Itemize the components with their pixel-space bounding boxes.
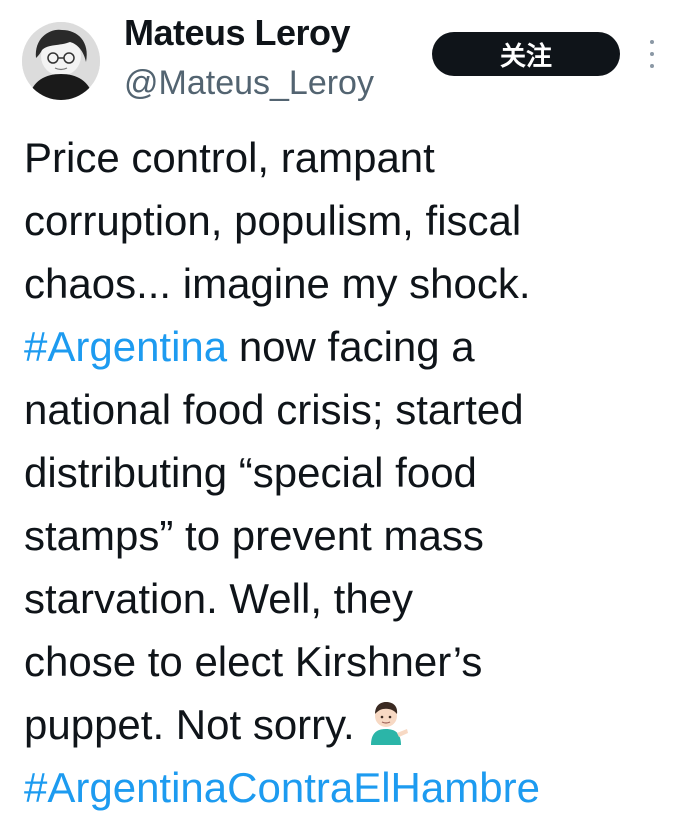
avatar[interactable]	[22, 22, 100, 100]
user-handle[interactable]: @Mateus_Leroy	[124, 64, 374, 103]
tweet-line: puppet. Not sorry.	[24, 693, 664, 756]
profile-photo	[22, 22, 100, 100]
tweet-line: stamps” to prevent mass	[24, 512, 484, 559]
display-name[interactable]: Mateus Leroy	[124, 12, 351, 54]
tweet-line: Price control, rampant	[24, 134, 435, 181]
more-dot	[650, 40, 654, 44]
follow-button[interactable]: 关注	[432, 32, 620, 76]
hashtag-link[interactable]: #ArgentinaContraElHambre	[24, 764, 540, 811]
more-dot	[650, 64, 654, 68]
more-dot	[650, 52, 654, 56]
tweet-card: Mateus Leroy @Mateus_Leroy 关注 Price cont…	[0, 0, 690, 839]
tweet-line: #ArgentinaContraElHambre	[24, 756, 664, 819]
more-vertical-icon[interactable]	[640, 36, 664, 72]
tweet-line: chose to elect Kirshner’s	[24, 638, 483, 685]
tweet-line: #Argentina now facing a	[24, 323, 475, 370]
tweet-line: distributing “special food	[24, 449, 477, 496]
tweet-line: starvation. Well, they	[24, 575, 414, 622]
hashtag-link[interactable]: #Argentina	[24, 323, 227, 370]
tweet-text: Price control, rampant corruption, popul…	[24, 126, 664, 819]
tweet-line: corruption, populism, fiscal	[24, 197, 522, 244]
tweet-line: national food crisis; started	[24, 386, 524, 433]
tweet-line: chaos... imagine my shock.	[24, 260, 531, 307]
person-tipping-hand-emoji	[363, 699, 409, 762]
